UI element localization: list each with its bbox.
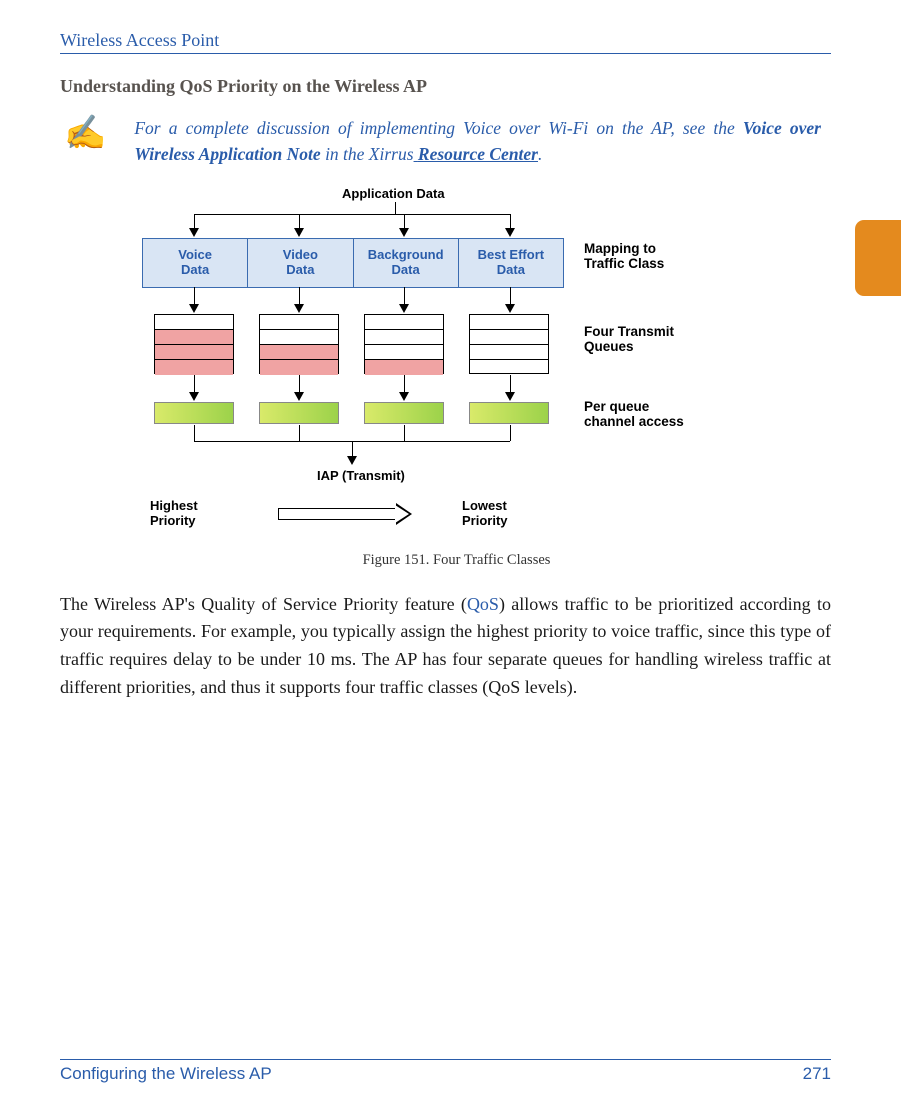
connector [194,214,195,228]
footer-left: Configuring the Wireless AP [60,1064,272,1084]
connector [404,375,405,393]
arrow-down-icon [347,456,357,465]
note-callout: ✍ For a complete discussion of implement… [64,115,821,168]
arrow-down-icon [294,228,304,237]
connector [194,425,195,441]
arrow-down-icon [505,304,515,313]
arrow-down-icon [505,228,515,237]
connector [510,425,511,441]
label-mapping: Mapping to Traffic Class [584,241,664,271]
note-link[interactable]: Resource Center [418,144,538,164]
page-footer: Configuring the Wireless AP 271 [60,1059,831,1084]
page-header: Wireless Access Point [60,30,831,54]
section-title: Understanding QoS Priority on the Wirele… [60,76,831,97]
queue-2 [259,314,339,374]
queue-1 [154,314,234,374]
arrow-down-icon [189,304,199,313]
label-channel: Per queue channel access [584,399,684,429]
channel-4 [469,402,549,424]
priority-arrow [278,504,418,522]
arrow-down-icon [189,228,199,237]
arrow-down-icon [189,392,199,401]
note-post: . [538,144,542,164]
channel-2 [259,402,339,424]
diagram: Application Data Voice Data Video Data B… [122,186,762,546]
arrow-down-icon [399,304,409,313]
connector [395,202,396,214]
connector [194,214,510,215]
qos-link[interactable]: QoS [467,594,499,614]
connector [404,425,405,441]
arrow-down-icon [399,228,409,237]
para-pre: The Wireless AP's Quality of Service Pri… [60,594,467,614]
connector [299,375,300,393]
note-text: For a complete discussion of implementin… [134,115,821,168]
connector [404,287,405,305]
arrow-down-icon [294,392,304,401]
queue-4 [469,314,549,374]
arrow-down-icon [399,392,409,401]
channel-3 [364,402,444,424]
note-pre: For a complete discussion of implementin… [134,118,743,138]
arrow-down-icon [294,304,304,313]
connector [510,287,511,305]
queue-3 [364,314,444,374]
arrow-down-icon [505,392,515,401]
traffic-class-row: Voice Data Video Data Background Data Be… [142,238,564,288]
connector [194,287,195,305]
body-paragraph: The Wireless AP's Quality of Service Pri… [60,591,831,703]
connector [404,214,405,228]
label-queues: Four Transmit Queues [584,324,674,354]
connector [299,425,300,441]
label-iap: IAP (Transmit) [317,468,405,483]
hand-write-icon: ✍ [64,117,106,151]
figure-caption: Figure 151. Four Traffic Classes [82,552,831,569]
figure: Application Data Voice Data Video Data B… [122,186,831,569]
header-title: Wireless Access Point [60,30,219,51]
connector [510,375,511,393]
class-background: Background Data [353,239,458,287]
label-application-data: Application Data [342,186,445,201]
connector [510,214,511,228]
class-voice: Voice Data [143,239,247,287]
channel-1 [154,402,234,424]
connector [352,441,353,457]
side-tab [855,220,901,296]
label-highest-priority: Highest Priority [150,498,198,528]
class-video: Video Data [247,239,352,287]
connector [299,214,300,228]
footer-page-number: 271 [803,1064,831,1084]
connector [299,287,300,305]
note-mid: in the Xirrus [325,144,413,164]
label-lowest-priority: Lowest Priority [462,498,508,528]
class-besteffort: Best Effort Data [458,239,563,287]
connector [194,375,195,393]
